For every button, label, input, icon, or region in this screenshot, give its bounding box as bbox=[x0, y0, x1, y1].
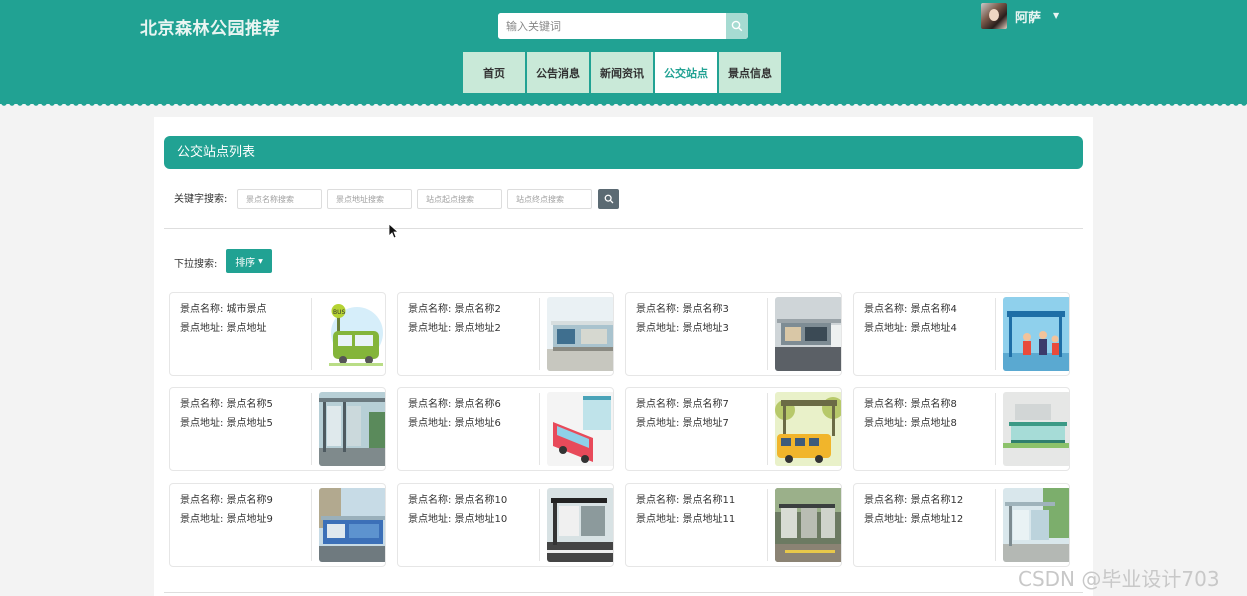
username[interactable]: 阿萨 bbox=[1015, 7, 1041, 26]
list-item[interactable]: 景点名称: 景点名称8 景点地址: 景点地址8 bbox=[853, 387, 1070, 471]
item-address: 景点地址: 景点地址2 bbox=[408, 323, 501, 334]
item-address: 景点地址: 景点地址 bbox=[180, 323, 267, 334]
item-name: 景点名称: 景点名称11 bbox=[636, 495, 736, 506]
list-item[interactable]: 景点名称: 城市景点 景点地址: 景点地址 BUS bbox=[169, 292, 386, 376]
item-address: 景点地址: 景点地址3 bbox=[636, 323, 729, 334]
caret-down-icon: ▼ bbox=[258, 257, 263, 265]
list-item[interactable]: 景点名称: 景点名称12 景点地址: 景点地址12 bbox=[853, 483, 1070, 567]
stop-end-search-input[interactable] bbox=[507, 189, 592, 209]
site-title[interactable]: 北京森林公园推荐 bbox=[140, 14, 280, 39]
item-address: 景点地址: 景点地址10 bbox=[408, 514, 508, 525]
item-address: 景点地址: 景点地址5 bbox=[180, 418, 273, 429]
main-nav: 首页 公告消息 新闻资讯 公交站点 景点信息 bbox=[463, 52, 783, 93]
bus-stop-thumbnail[interactable] bbox=[775, 488, 841, 562]
item-name: 景点名称: 景点名称8 bbox=[864, 399, 957, 410]
nav-attractions[interactable]: 景点信息 bbox=[719, 52, 781, 93]
bus-stop-thumbnail[interactable] bbox=[319, 488, 385, 562]
sort-dropdown-button[interactable]: 排序 ▼ bbox=[226, 249, 272, 273]
list-title: 公交站点列表 bbox=[164, 136, 1083, 169]
stop-start-search-input[interactable] bbox=[417, 189, 502, 209]
svg-text:BUS: BUS bbox=[333, 309, 346, 316]
attraction-name-search-input[interactable] bbox=[237, 189, 322, 209]
item-name: 景点名称: 景点名称2 bbox=[408, 304, 501, 315]
list-item[interactable]: 景点名称: 景点名称4 景点地址: 景点地址4 bbox=[853, 292, 1070, 376]
divider bbox=[164, 228, 1083, 229]
divider bbox=[164, 592, 1083, 593]
item-name: 景点名称: 景点名称10 bbox=[408, 495, 508, 506]
item-address: 景点地址: 景点地址8 bbox=[864, 418, 957, 429]
nav-home[interactable]: 首页 bbox=[463, 52, 525, 93]
item-name: 景点名称: 景点名称7 bbox=[636, 399, 729, 410]
search-icon bbox=[731, 20, 743, 32]
list-item[interactable]: 景点名称: 景点名称9 景点地址: 景点地址9 bbox=[169, 483, 386, 567]
user-menu[interactable]: 阿萨 ▼ bbox=[981, 2, 1059, 30]
item-address: 景点地址: 景点地址6 bbox=[408, 418, 501, 429]
attraction-address-search-input[interactable] bbox=[327, 189, 412, 209]
nav-announcements[interactable]: 公告消息 bbox=[527, 52, 589, 93]
item-name: 景点名称: 景点名称4 bbox=[864, 304, 957, 315]
nav-news[interactable]: 新闻资讯 bbox=[591, 52, 653, 93]
sort-label: 排序 bbox=[235, 257, 256, 269]
item-name: 景点名称: 景点名称12 bbox=[864, 495, 964, 506]
dropdown-search-label: 下拉搜索: bbox=[174, 259, 218, 270]
item-address: 景点地址: 景点地址9 bbox=[180, 514, 273, 525]
bus-stop-thumbnail[interactable] bbox=[1003, 297, 1069, 371]
avatar[interactable] bbox=[981, 3, 1007, 29]
watermark: CSDN @毕业设计703 bbox=[1018, 567, 1220, 591]
list-item[interactable]: 景点名称: 景点名称3 景点地址: 景点地址3 bbox=[625, 292, 842, 376]
search-icon bbox=[604, 194, 613, 204]
mouse-cursor-icon bbox=[389, 224, 399, 239]
list-item[interactable]: 景点名称: 景点名称7 景点地址: 景点地址7 bbox=[625, 387, 842, 471]
item-address: 景点地址: 景点地址4 bbox=[864, 323, 957, 334]
keyword-search-label: 关键字搜索: bbox=[174, 194, 228, 205]
item-name: 景点名称: 城市景点 bbox=[180, 304, 267, 315]
item-name: 景点名称: 景点名称5 bbox=[180, 399, 273, 410]
bus-stop-thumbnail[interactable] bbox=[547, 392, 613, 466]
nav-bus-stops[interactable]: 公交站点 bbox=[655, 52, 717, 93]
bus-stop-thumbnail[interactable] bbox=[1003, 488, 1069, 562]
header-scallop-border bbox=[0, 102, 1247, 108]
bus-stop-thumbnail[interactable] bbox=[547, 488, 613, 562]
content-panel: 公交站点列表 关键字搜索: 下拉搜索: 排序▼ 景点名称: 城市景点景点地址: … bbox=[154, 117, 1093, 596]
item-name: 景点名称: 景点名称9 bbox=[180, 495, 273, 506]
top-header: 北京森林公园推荐 阿萨 ▼ 首页 公告消息 新闻资讯 公交站点 景点信息 bbox=[0, 0, 1247, 104]
bus-stop-thumbnail[interactable]: BUS bbox=[319, 297, 385, 371]
bus-stop-thumbnail[interactable] bbox=[319, 392, 385, 466]
item-address: 景点地址: 景点地址11 bbox=[636, 514, 736, 525]
list-item[interactable]: 景点名称: 景点名称6 景点地址: 景点地址6 bbox=[397, 387, 614, 471]
header-search bbox=[498, 13, 748, 39]
list-item[interactable]: 景点名称: 景点名称5 景点地址: 景点地址5 bbox=[169, 387, 386, 471]
caret-down-icon[interactable]: ▼ bbox=[1053, 11, 1059, 20]
bus-stop-thumbnail[interactable] bbox=[775, 297, 841, 371]
bus-stop-thumbnail[interactable] bbox=[547, 297, 613, 371]
bus-stop-thumbnail[interactable] bbox=[1003, 392, 1069, 466]
list-item[interactable]: 景点名称: 景点名称10 景点地址: 景点地址10 bbox=[397, 483, 614, 567]
header-search-button[interactable] bbox=[726, 13, 748, 39]
list-item[interactable]: 景点名称: 景点名称11 景点地址: 景点地址11 bbox=[625, 483, 842, 567]
header-search-input[interactable] bbox=[498, 13, 724, 39]
item-address: 景点地址: 景点地址12 bbox=[864, 514, 964, 525]
item-address: 景点地址: 景点地址7 bbox=[636, 418, 729, 429]
list-item[interactable]: 景点名称: 景点名称2 景点地址: 景点地址2 bbox=[397, 292, 614, 376]
item-name: 景点名称: 景点名称6 bbox=[408, 399, 501, 410]
keyword-search-button[interactable] bbox=[598, 189, 619, 209]
item-name: 景点名称: 景点名称3 bbox=[636, 304, 729, 315]
bus-stop-thumbnail[interactable] bbox=[775, 392, 841, 466]
